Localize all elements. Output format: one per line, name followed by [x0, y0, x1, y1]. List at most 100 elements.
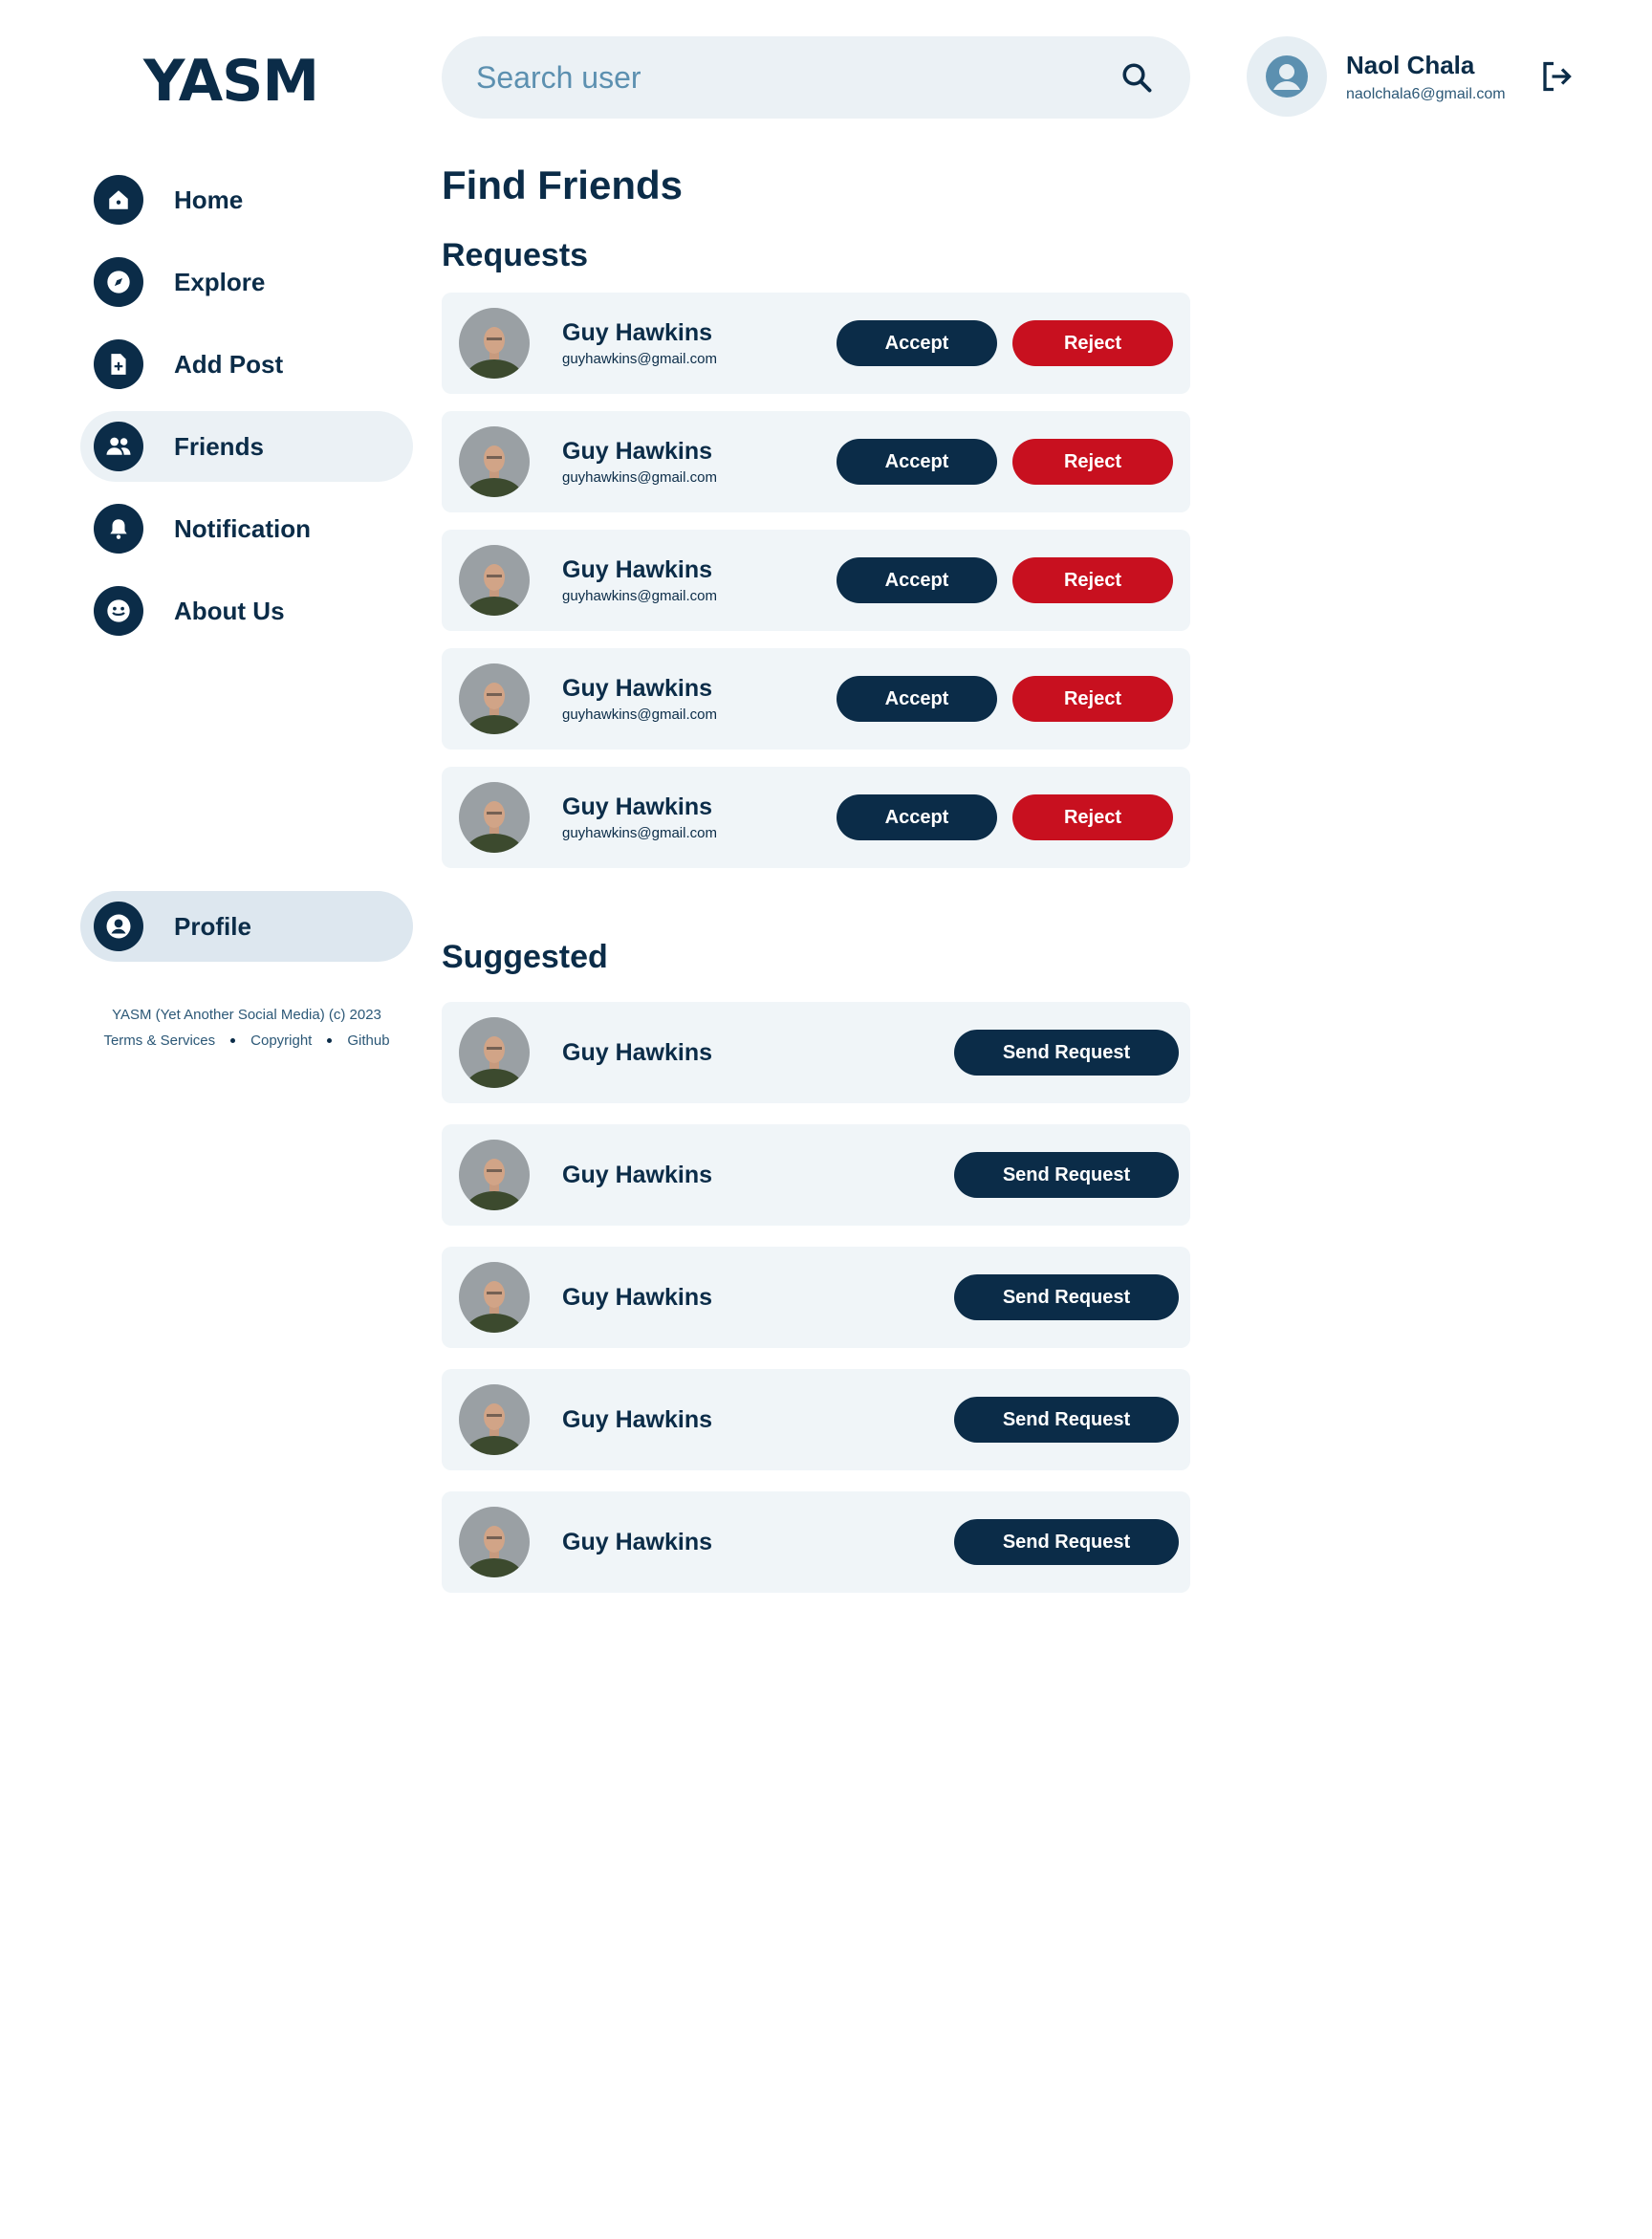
search-input[interactable] — [476, 59, 1118, 96]
sidebar-item-label: Add Post — [174, 349, 284, 379]
reject-button[interactable]: Reject — [1012, 320, 1173, 366]
footer: YASM (Yet Another Social Media) (c) 2023… — [80, 1002, 413, 1054]
request-info: Guy Hawkins guyhawkins@gmail.com — [562, 793, 837, 841]
request-email: guyhawkins@gmail.com — [562, 588, 717, 604]
friend-avatar[interactable] — [459, 1140, 530, 1210]
suggested-name[interactable]: Guy Hawkins — [562, 1162, 954, 1189]
request-card: Guy Hawkins guyhawkins@gmail.com Accept Rej… — [442, 293, 1190, 394]
footer-copyright: YASM (Yet Another Social Media) (c) 2023 — [112, 1007, 381, 1023]
request-info: Guy Hawkins guyhawkins@gmail.com — [562, 438, 837, 486]
request-info: Guy Hawkins guyhawkins@gmail.com — [562, 675, 837, 723]
suggested-info: Guy Hawkins — [562, 1406, 954, 1434]
sidebar-item-label: Notification — [174, 513, 311, 543]
request-name[interactable]: Guy Hawkins — [562, 556, 837, 584]
sidebar-item-label: Home — [174, 185, 244, 214]
suggested-info: Guy Hawkins — [562, 1284, 954, 1312]
friend-avatar[interactable] — [459, 1262, 530, 1333]
smiley-icon — [94, 586, 143, 636]
request-info: Guy Hawkins guyhawkins@gmail.com — [562, 319, 837, 367]
main-content: Find Friends Requests Guy Hawkins guyhawk… — [442, 163, 1190, 1593]
request-card: Guy Hawkins guyhawkins@gmail.com Accept Rej… — [442, 411, 1190, 512]
suggested-list: Guy Hawkins Send Request Guy Hawkins Send … — [442, 1002, 1190, 1593]
page-title: Find Friends — [442, 163, 683, 207]
send-request-button[interactable]: Send Request — [954, 1152, 1179, 1198]
suggested-name[interactable]: Guy Hawkins — [562, 1406, 954, 1434]
request-card: Guy Hawkins guyhawkins@gmail.com Accept Rej… — [442, 530, 1190, 631]
request-name[interactable]: Guy Hawkins — [562, 319, 837, 347]
home-icon — [94, 175, 143, 225]
request-name[interactable]: Guy Hawkins — [562, 793, 837, 821]
friend-avatar[interactable] — [459, 782, 530, 853]
friend-avatar[interactable] — [459, 1017, 530, 1088]
reject-button[interactable]: Reject — [1012, 676, 1173, 722]
request-card: Guy Hawkins guyhawkins@gmail.com Accept Rej… — [442, 648, 1190, 750]
sidebar-item-notification[interactable]: Notification — [80, 493, 413, 564]
request-email: guyhawkins@gmail.com — [562, 469, 717, 486]
accept-button[interactable]: Accept — [837, 676, 997, 722]
footer-separator — [230, 1038, 236, 1043]
reject-button[interactable]: Reject — [1012, 794, 1173, 840]
friend-avatar[interactable] — [459, 426, 530, 497]
terms-link[interactable]: Terms & Services — [103, 1028, 215, 1054]
sidebar-item-label: Friends — [174, 431, 264, 461]
github-link[interactable]: Github — [347, 1028, 389, 1054]
suggested-card: Guy Hawkins Send Request — [442, 1247, 1190, 1348]
friend-avatar[interactable] — [459, 1507, 530, 1577]
friend-avatar[interactable] — [459, 663, 530, 734]
request-card: Guy Hawkins guyhawkins@gmail.com Accept Rej… — [442, 767, 1190, 868]
sidebar-item-about-us[interactable]: About Us — [80, 576, 413, 646]
add-file-icon — [94, 339, 143, 389]
requests-heading: Requests — [442, 237, 589, 273]
suggested-name[interactable]: Guy Hawkins — [562, 1284, 954, 1312]
friend-avatar[interactable] — [459, 545, 530, 616]
suggested-card: Guy Hawkins Send Request — [442, 1491, 1190, 1593]
profile-icon — [94, 902, 143, 951]
requests-list: Guy Hawkins guyhawkins@gmail.com Accept Rej… — [442, 293, 1190, 868]
suggested-card: Guy Hawkins Send Request — [442, 1002, 1190, 1103]
friend-avatar[interactable] — [459, 308, 530, 379]
accept-button[interactable]: Accept — [837, 557, 997, 603]
send-request-button[interactable]: Send Request — [954, 1030, 1179, 1076]
request-email: guyhawkins@gmail.com — [562, 351, 717, 367]
profile-button[interactable]: Profile — [80, 891, 413, 962]
compass-icon — [94, 257, 143, 307]
accept-button[interactable]: Accept — [837, 439, 997, 485]
profile-label: Profile — [174, 911, 251, 941]
copyright-link[interactable]: Copyright — [250, 1028, 312, 1054]
sidebar-item-label: About Us — [174, 596, 285, 625]
reject-button[interactable]: Reject — [1012, 557, 1173, 603]
friend-avatar[interactable] — [459, 1384, 530, 1455]
request-name[interactable]: Guy Hawkins — [562, 438, 837, 466]
logout-icon[interactable] — [1539, 59, 1574, 94]
suggested-name[interactable]: Guy Hawkins — [562, 1529, 954, 1556]
send-request-button[interactable]: Send Request — [954, 1397, 1179, 1443]
sidebar-item-explore[interactable]: Explore — [80, 247, 413, 317]
bell-icon — [94, 504, 143, 554]
search-bar — [442, 36, 1190, 119]
suggested-card: Guy Hawkins Send Request — [442, 1124, 1190, 1226]
request-info: Guy Hawkins guyhawkins@gmail.com — [562, 556, 837, 604]
search-icon[interactable] — [1118, 58, 1156, 97]
accept-button[interactable]: Accept — [837, 320, 997, 366]
sidebar-item-add-post[interactable]: Add Post — [80, 329, 413, 400]
app-logo[interactable]: YASM — [143, 48, 319, 115]
send-request-button[interactable]: Send Request — [954, 1519, 1179, 1565]
footer-separator — [327, 1038, 333, 1043]
send-request-button[interactable]: Send Request — [954, 1274, 1179, 1320]
friends-icon — [94, 422, 143, 471]
request-email: guyhawkins@gmail.com — [562, 706, 717, 723]
sidebar-item-friends[interactable]: Friends — [80, 411, 413, 482]
suggested-name[interactable]: Guy Hawkins — [562, 1039, 954, 1067]
user-name: Naol Chala — [1346, 50, 1475, 79]
reject-button[interactable]: Reject — [1012, 439, 1173, 485]
suggested-info: Guy Hawkins — [562, 1039, 954, 1067]
sidebar-item-home[interactable]: Home — [80, 164, 413, 235]
sidebar-nav: Home Explore Add Post Friends Notificati… — [80, 164, 413, 658]
sidebar-item-label: Explore — [174, 267, 266, 296]
current-user[interactable]: Naol Chala naolchala6@gmail.com — [1247, 36, 1506, 117]
user-avatar-icon — [1247, 36, 1327, 117]
footer-links: Terms & Services Copyright Github — [80, 1028, 413, 1054]
suggested-info: Guy Hawkins — [562, 1529, 954, 1556]
accept-button[interactable]: Accept — [837, 794, 997, 840]
request-name[interactable]: Guy Hawkins — [562, 675, 837, 703]
